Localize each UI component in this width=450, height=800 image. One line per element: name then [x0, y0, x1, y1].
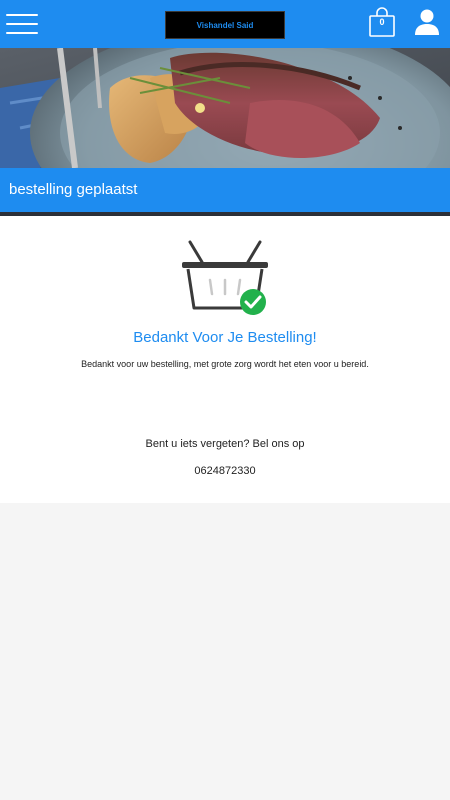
forgot-text: Bent u iets vergeten? Bel ons op	[145, 438, 305, 450]
logo[interactable]: Vishandel Said	[165, 11, 285, 39]
hero-image	[0, 48, 450, 168]
thanks-message: Bedankt voor uw bestelling, met grote zo…	[81, 359, 369, 369]
phone-number-link[interactable]: 0624872330	[0, 465, 450, 477]
hamburger-menu-icon[interactable]	[6, 12, 38, 36]
confirmation-panel: Bedankt Voor Je Bestelling! Bedankt voor…	[0, 216, 450, 503]
cart-button[interactable]: 0	[368, 6, 396, 38]
basket-check-icon	[182, 240, 268, 315]
logo-text: Vishandel Said	[196, 20, 254, 30]
user-icon	[415, 9, 439, 35]
page-title: bestelling geplaatst	[9, 181, 138, 198]
grilled-steak-photo	[0, 48, 450, 168]
account-button[interactable]	[412, 7, 442, 37]
thanks-heading: Bedankt Voor Je Bestelling!	[133, 329, 317, 346]
cart-count-badge: 0	[379, 17, 385, 27]
page-title-bar: bestelling geplaatst	[0, 168, 450, 212]
top-bar: Vishandel Said 0	[0, 0, 450, 48]
